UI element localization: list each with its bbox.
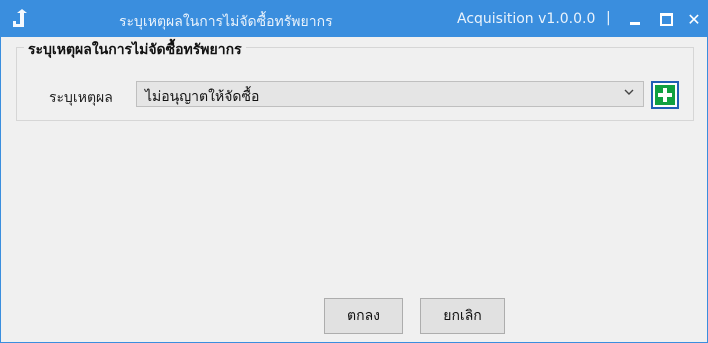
window-title: ระบุเหตุผลในการไม่จัดซื้อทรัพยากร <box>119 14 333 30</box>
maximize-icon <box>659 12 673 26</box>
cancel-button[interactable]: ยกเลิก <box>420 298 505 334</box>
ok-button[interactable]: ตกลง <box>324 298 403 334</box>
dialog-window: ระบุเหตุผลในการไม่จัดซื้อทรัพยากร Acquis… <box>0 0 708 343</box>
minimize-icon <box>630 21 640 25</box>
reason-selected-value: ไม่อนุญาตให้จัดซื้อ <box>145 89 260 105</box>
close-button[interactable]: ✕ <box>682 7 706 31</box>
close-icon: ✕ <box>687 9 701 29</box>
groupbox-title: ระบุเหตุผลในการไม่จัดซื้อทรัพยากร <box>24 39 246 61</box>
reason-dropdown[interactable]: ไม่อนุญาตให้จัดซื้อ <box>136 81 644 107</box>
title-separator: | <box>606 10 611 26</box>
chevron-down-icon <box>624 89 634 95</box>
title-bar[interactable]: ระบุเหตุผลในการไม่จัดซื้อทรัพยากร Acquis… <box>1 1 707 37</box>
app-version: Acquisition v1.0.0.0 <box>457 11 596 27</box>
app-icon <box>11 9 31 29</box>
maximize-button[interactable] <box>654 7 678 31</box>
reason-label: ระบุเหตุผล <box>49 90 113 106</box>
plus-icon <box>655 85 675 105</box>
add-reason-button[interactable] <box>651 81 679 109</box>
minimize-button[interactable] <box>623 7 647 31</box>
